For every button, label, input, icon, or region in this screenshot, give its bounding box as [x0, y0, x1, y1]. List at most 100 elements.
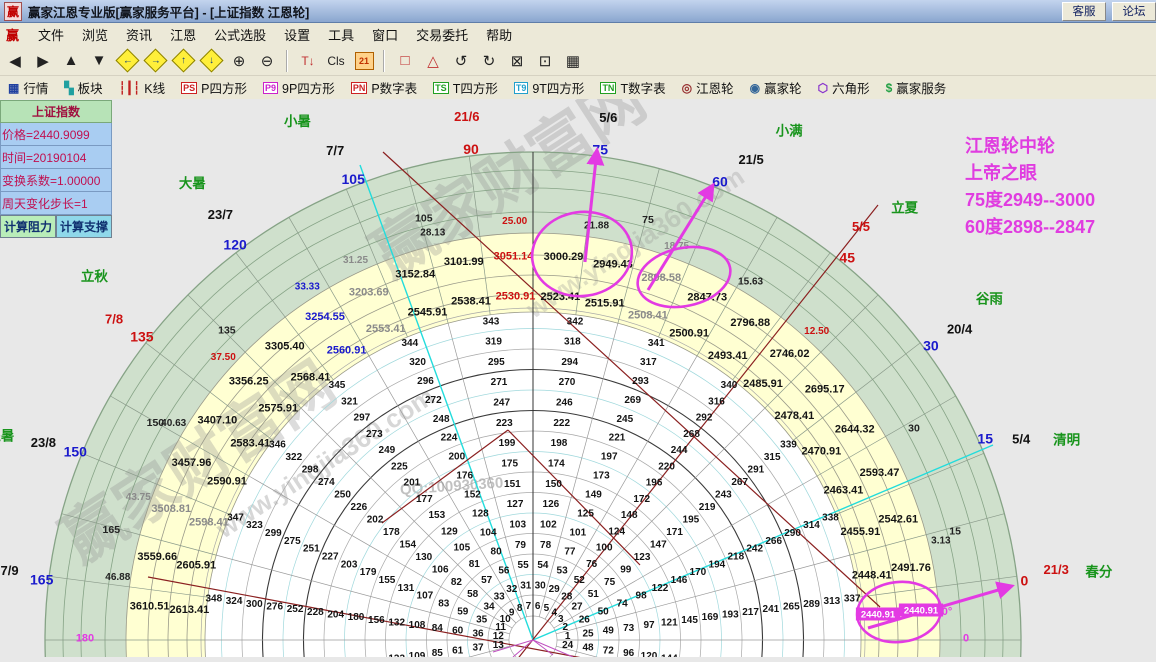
svg-text:243: 243: [715, 489, 732, 500]
forum-button[interactable]: 论坛: [1112, 1, 1156, 21]
svg-text:81: 81: [469, 559, 481, 570]
view-button-赢家轮[interactable]: ◉ 赢家轮: [742, 78, 810, 97]
svg-text:小满: 小满: [776, 123, 804, 139]
svg-text:135: 135: [218, 324, 236, 336]
shift-down-icon[interactable]: ↓: [198, 48, 224, 73]
calc-support-button[interactable]: 计算支撑: [56, 215, 112, 238]
nine-t-square-icon: T9: [513, 81, 529, 94]
calc-resistance-button[interactable]: 计算阻力: [0, 215, 56, 238]
svg-text:2538.41: 2538.41: [451, 296, 491, 308]
menu-item[interactable]: 文件: [29, 23, 73, 46]
svg-text:150: 150: [545, 479, 562, 490]
title-bar: 赢 赢家江恩专业版[赢家服务平台] - [上证指数 江恩轮] 客服 论坛: [0, 0, 1156, 23]
menu-item[interactable]: 窗口: [363, 23, 407, 46]
svg-text:21/5: 21/5: [738, 152, 763, 167]
view-button-板块[interactable]: ▚ 板块: [56, 78, 110, 97]
view-button-江恩轮[interactable]: ◎ 江恩轮: [674, 78, 742, 97]
svg-text:295: 295: [488, 357, 505, 368]
shift-right-icon[interactable]: →: [142, 48, 168, 73]
nav-up-icon[interactable]: ▲: [58, 49, 84, 73]
customer-service-button[interactable]: 客服: [1062, 1, 1106, 21]
nav-right-icon[interactable]: ▶: [30, 49, 56, 73]
menu-item[interactable]: 公式选股: [205, 23, 275, 46]
svg-text:171: 171: [666, 527, 683, 538]
menu-item[interactable]: 设置: [275, 23, 319, 46]
triangle-tool-icon[interactable]: △: [420, 49, 446, 73]
menu-item[interactable]: 浏览: [73, 23, 117, 46]
svg-text:321: 321: [341, 396, 358, 407]
shift-left-icon[interactable]: ←: [114, 48, 140, 73]
svg-text:180: 180: [348, 612, 365, 623]
view-button-P四方形[interactable]: PS P四方形: [173, 78, 255, 97]
view-button-T四方形[interactable]: TS T四方形: [425, 78, 506, 97]
zoom-out-icon[interactable]: ⊖: [254, 49, 280, 73]
zoom-in-icon[interactable]: ⊕: [226, 49, 252, 73]
svg-text:245: 245: [616, 414, 633, 425]
view-button-label: 赢家轮: [764, 82, 802, 96]
svg-text:107: 107: [417, 591, 434, 602]
svg-text:226: 226: [351, 502, 368, 513]
view-button-赢家服务[interactable]: $ 赢家服务: [878, 78, 955, 97]
svg-text:249: 249: [379, 445, 396, 456]
svg-text:5: 5: [544, 603, 550, 614]
svg-text:244: 244: [671, 445, 688, 456]
svg-text:21/6: 21/6: [454, 109, 479, 124]
svg-text:37: 37: [472, 643, 484, 654]
svg-text:2545.91: 2545.91: [408, 307, 448, 319]
menu-item[interactable]: 资讯: [117, 23, 161, 46]
svg-text:228: 228: [307, 607, 324, 618]
svg-text:3: 3: [558, 614, 564, 625]
nav-left-icon[interactable]: ◀: [2, 49, 28, 73]
fit-icon[interactable]: ⊠: [504, 49, 530, 73]
rotate-ccw-icon[interactable]: ↺: [448, 49, 474, 73]
svg-text:2493.41: 2493.41: [708, 350, 748, 362]
factor-row: 变换系数=1.00000: [0, 169, 112, 192]
svg-text:200: 200: [448, 452, 465, 463]
view-button-六角形[interactable]: ⬡ 六角形: [810, 78, 878, 97]
view-button-label: K线: [144, 82, 166, 96]
nav-down-icon[interactable]: ▼: [86, 49, 112, 73]
svg-text:61: 61: [452, 645, 464, 656]
menu-item[interactable]: 帮助: [477, 23, 521, 46]
svg-text:128: 128: [472, 509, 489, 520]
svg-text:84: 84: [432, 623, 444, 634]
svg-text:169: 169: [702, 612, 719, 623]
view-button-T数字表[interactable]: TN T数字表: [592, 78, 673, 97]
svg-text:76: 76: [586, 559, 598, 570]
board-icon[interactable]: ▦: [560, 49, 586, 73]
center-icon[interactable]: ⊡: [532, 49, 558, 73]
svg-text:195: 195: [683, 514, 700, 525]
svg-text:292: 292: [696, 413, 713, 424]
svg-text:53: 53: [557, 565, 569, 576]
svg-text:201: 201: [404, 478, 421, 489]
sort-icon[interactable]: T↓: [295, 49, 321, 73]
winner-wheel-icon: ◉: [749, 80, 761, 95]
svg-text:242: 242: [746, 544, 763, 555]
svg-text:45: 45: [839, 250, 855, 266]
menu-item[interactable]: 工具: [319, 23, 363, 46]
view-button-P数字表[interactable]: PN P数字表: [343, 78, 425, 97]
svg-text:223: 223: [496, 418, 513, 429]
app-logo-icon: 赢: [4, 1, 23, 21]
svg-text:144: 144: [661, 653, 678, 657]
view-button-行情[interactable]: ▦ 行情: [0, 78, 56, 97]
view-button-label: P数字表: [371, 82, 418, 96]
shift-up-icon[interactable]: ↑: [170, 48, 196, 73]
service-dollar-icon: $: [885, 80, 893, 95]
square-tool-icon[interactable]: □: [392, 49, 418, 73]
menu-item[interactable]: 交易委托: [407, 23, 477, 46]
view-button-9P四方形[interactable]: P9 9P四方形: [255, 78, 343, 97]
svg-text:31.25: 31.25: [343, 255, 368, 266]
svg-text:40.63: 40.63: [161, 418, 186, 429]
cls-icon[interactable]: Cls: [323, 49, 349, 73]
view-button-9T四方形[interactable]: T9 9T四方形: [506, 78, 593, 97]
svg-text:春分: 春分: [1084, 563, 1113, 579]
svg-text:269: 269: [624, 395, 641, 406]
view-button-K线[interactable]: ┆┃┆ K线: [111, 78, 174, 97]
svg-text:247: 247: [493, 398, 510, 409]
rotate-cw-icon[interactable]: ↻: [476, 49, 502, 73]
svg-text:2530.91: 2530.91: [496, 290, 536, 302]
calendar-icon[interactable]: 21: [351, 49, 377, 73]
svg-text:5/6: 5/6: [599, 110, 617, 125]
menu-item[interactable]: 江恩: [161, 23, 205, 46]
